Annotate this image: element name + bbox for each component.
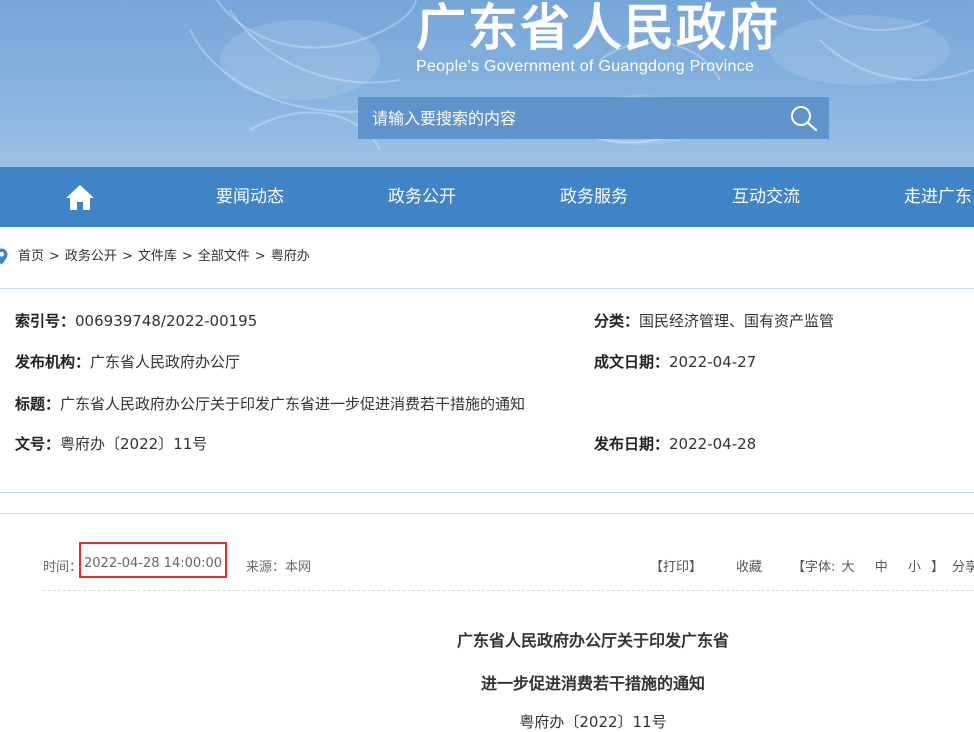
meta-docno-label: 文号： <box>15 435 61 453</box>
meta-publisher: 发布机构：广东省人民政府办公厅 <box>15 351 240 372</box>
breadcrumb-separator: > <box>49 249 60 264</box>
meta-document-number: 文号：粤府办〔2022〕11号 <box>15 433 207 454</box>
breadcrumb-separator: > <box>181 249 193 264</box>
meta-created-date: 成文日期：2022-04-27 <box>594 351 756 372</box>
article-title-line-2: 进一步促进消费若干措施的通知 <box>480 674 705 693</box>
meta-title-value: 广东省人民政府办公厅关于印发广东省进一步促进消费若干措施的通知 <box>60 395 526 413</box>
favorite-button[interactable]: 收藏 <box>736 556 762 575</box>
meta-index-label: 索引号： <box>15 312 76 330</box>
divider <box>0 288 974 289</box>
meta-title: 标题：广东省人民政府办公厅关于印发广东省进一步促进消费若干措施的通知 <box>15 393 525 414</box>
nav-item-news[interactable]: 要闻动态 <box>216 167 284 227</box>
font-size-control: 【字体: 大 中 小 】 <box>792 556 944 575</box>
source-label: 来源：本网 <box>246 560 312 575</box>
breadcrumb-current[interactable]: 粤府办 <box>271 249 310 264</box>
nav-item-services[interactable]: 政务服务 <box>560 167 628 227</box>
breadcrumb-document-library[interactable]: 文件库 <box>138 249 177 264</box>
search-input[interactable] <box>358 97 778 139</box>
breadcrumb-separator: > <box>121 249 133 264</box>
meta-publisher-value: 广东省人民政府办公厅 <box>90 353 241 371</box>
site-header: 广东省人民政府 People's Government of Guangdong… <box>0 0 974 167</box>
time-label: 时间： <box>43 560 83 575</box>
meta-created-value: 2022-04-27 <box>669 353 757 371</box>
divider <box>0 513 974 514</box>
print-button[interactable]: 【打印】 <box>650 556 702 575</box>
font-size-small-button[interactable]: 小 <box>908 560 921 575</box>
meta-published-value: 2022-04-28 <box>669 435 757 453</box>
nav-item-interaction[interactable]: 互动交流 <box>732 167 800 227</box>
breadcrumb-separator: > <box>254 249 266 264</box>
home-icon[interactable] <box>65 184 95 211</box>
meta-created-label: 成文日期： <box>594 353 670 371</box>
meta-index-value: 006939748/2022-00195 <box>75 312 258 330</box>
meta-index: 索引号：006939748/2022-00195 <box>15 310 257 331</box>
font-size-suffix: 】 <box>931 560 945 575</box>
time-value: 2022-04-28 14:00:00 <box>84 556 223 571</box>
divider <box>0 492 974 493</box>
location-pin-icon <box>0 248 8 265</box>
share-button[interactable]: 分享 <box>952 556 974 575</box>
meta-category: 分类：国民经济管理、国有资产监管 <box>594 310 834 331</box>
meta-title-label: 标题： <box>15 395 61 413</box>
font-size-prefix: 【字体: <box>792 560 836 575</box>
meta-category-label: 分类： <box>594 312 640 330</box>
main-nav: 要闻动态 政务公开 政务服务 互动交流 走进广东 <box>0 167 974 227</box>
meta-published-label: 发布日期： <box>594 435 670 453</box>
search-icon[interactable] <box>789 104 819 132</box>
toolbar-divider <box>43 590 974 591</box>
breadcrumb-home[interactable]: 首页 <box>18 249 44 264</box>
site-subtitle: People's Government of Guangdong Provinc… <box>416 58 755 75</box>
meta-category-value: 国民经济管理、国有资产监管 <box>639 312 835 330</box>
font-size-large-button[interactable]: 大 <box>842 560 855 575</box>
breadcrumb-all-documents[interactable]: 全部文件 <box>198 249 250 264</box>
meta-published-date: 发布日期：2022-04-28 <box>594 433 756 454</box>
breadcrumb-open-government[interactable]: 政务公开 <box>65 249 117 264</box>
meta-docno-value: 粤府办〔2022〕11号 <box>60 435 208 453</box>
article-title-line-1: 广东省人民政府办公厅关于印发广东省 <box>456 631 729 650</box>
nav-item-about-guangdong[interactable]: 走进广东 <box>904 167 972 227</box>
search-bar <box>358 97 829 139</box>
site-title[interactable]: 广东省人民政府 <box>416 0 780 56</box>
meta-publisher-label: 发布机构： <box>15 353 91 371</box>
nav-item-open-government[interactable]: 政务公开 <box>388 167 456 227</box>
font-size-medium-button[interactable]: 中 <box>875 560 888 575</box>
